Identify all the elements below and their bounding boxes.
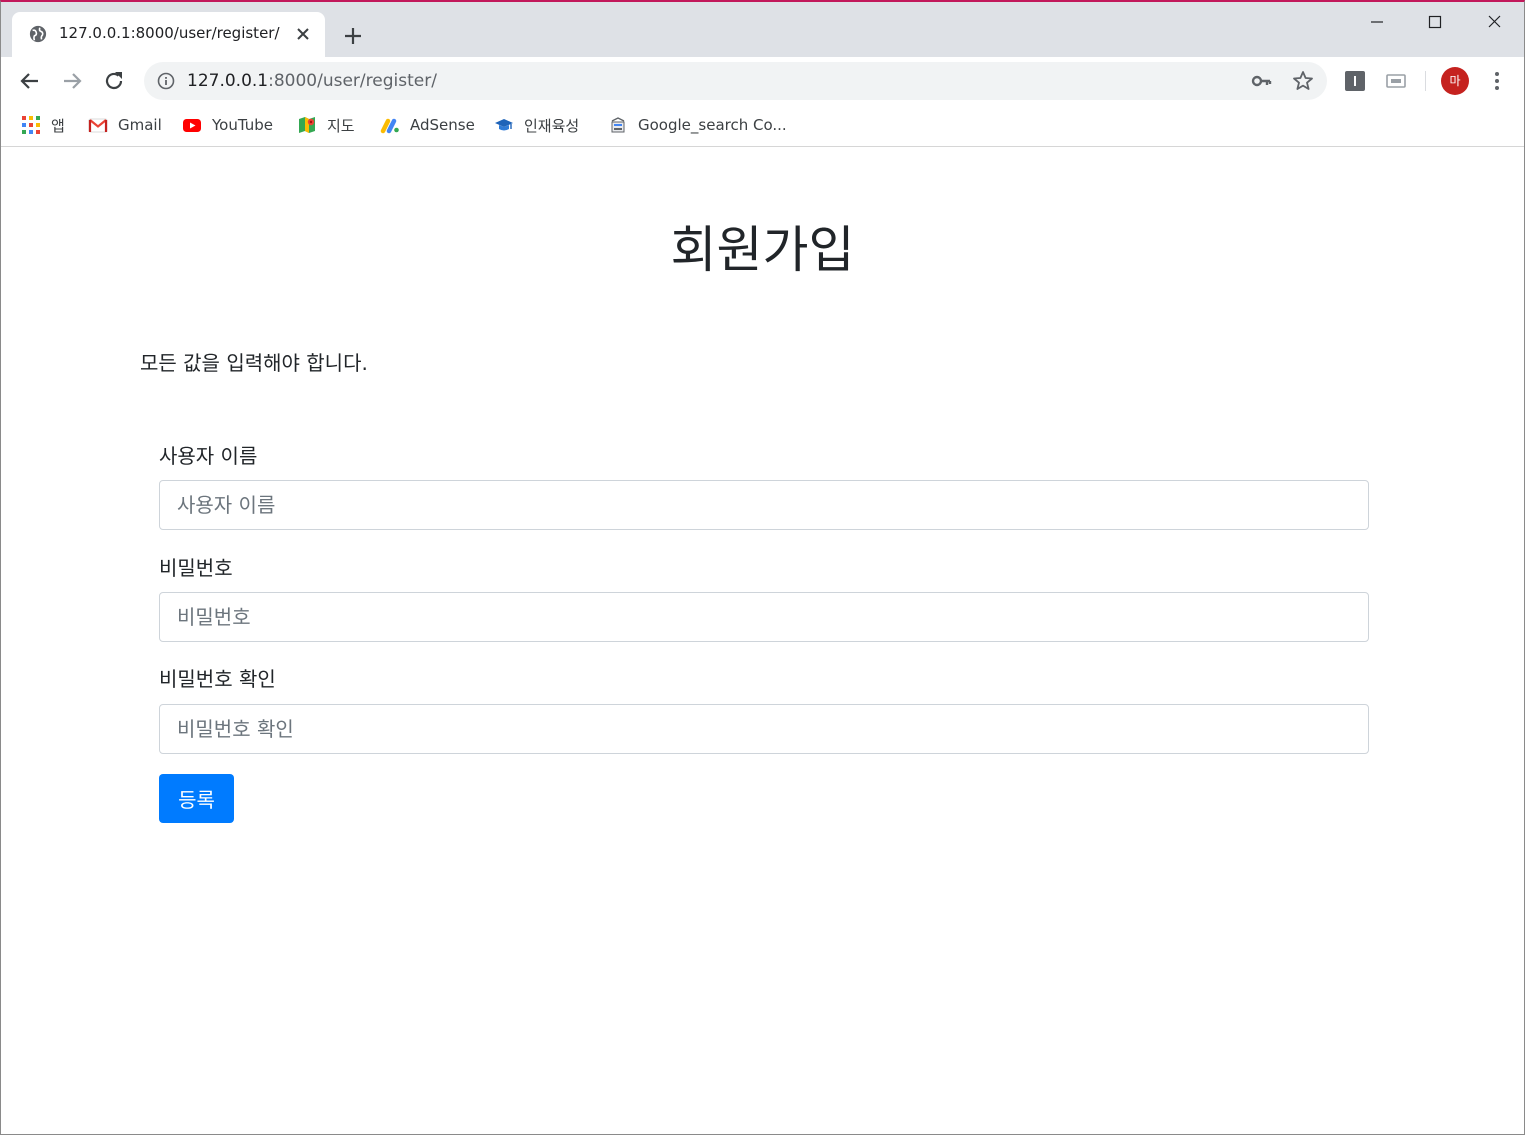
close-tab-icon[interactable] xyxy=(293,24,313,44)
password-confirm-label: 비밀번호 확인 xyxy=(159,667,276,691)
address-bar[interactable]: 127.0.0.1:8000/user/register/ xyxy=(144,62,1327,100)
browser-window: 127.0.0.1:8000/user/register/ 127.0.0.1:… xyxy=(0,0,1525,1135)
bookmark-label: AdSense xyxy=(410,116,475,134)
bookmark-adsense[interactable]: AdSense xyxy=(380,111,475,139)
bookmark-youtube[interactable]: YouTube xyxy=(182,111,273,139)
gmail-icon xyxy=(88,118,108,133)
url-text[interactable]: 127.0.0.1:8000/user/register/ xyxy=(187,71,437,91)
bookmark-google-search[interactable]: Google_search Co... xyxy=(608,111,787,139)
minimize-button[interactable] xyxy=(1354,6,1400,38)
bookmark-training[interactable]: 인재육성 xyxy=(494,111,579,139)
bookmark-label: Gmail xyxy=(118,116,162,134)
username-input[interactable] xyxy=(159,480,1369,530)
extension-icon[interactable] xyxy=(1344,70,1366,92)
bookmarks-bar: 앱 Gmail YouTube 지도 AdSense 인재육성 Google_s… xyxy=(1,105,1524,147)
password-confirm-input[interactable] xyxy=(159,704,1369,754)
profile-avatar[interactable]: 마 xyxy=(1441,67,1469,95)
bookmark-label: 앱 xyxy=(51,116,65,135)
password-input[interactable] xyxy=(159,592,1369,642)
form-notice: 모든 값을 입력해야 합니다. xyxy=(140,351,368,375)
cast-icon[interactable] xyxy=(1385,70,1407,92)
tab-strip: 127.0.0.1:8000/user/register/ xyxy=(1,2,1524,57)
globe-icon xyxy=(29,25,47,43)
new-tab-button[interactable] xyxy=(340,23,366,49)
graduation-cap-icon xyxy=(495,119,513,131)
password-label: 비밀번호 xyxy=(159,556,233,580)
tab-active[interactable]: 127.0.0.1:8000/user/register/ xyxy=(12,12,325,57)
back-button[interactable] xyxy=(17,68,43,94)
adsense-icon xyxy=(380,118,399,134)
maps-icon xyxy=(299,117,315,133)
apps-grid-icon xyxy=(22,116,40,134)
toolbar-separator xyxy=(1425,71,1426,91)
page-content: 회원가입 모든 값을 입력해야 합니다. 사용자 이름 비밀번호 비밀번호 확인… xyxy=(1,148,1524,1134)
more-menu-icon[interactable] xyxy=(1485,69,1509,93)
url-path: :8000/user/register/ xyxy=(268,71,437,91)
site-icon xyxy=(611,117,625,133)
bookmark-maps[interactable]: 지도 xyxy=(297,111,355,139)
register-button[interactable]: 등록 xyxy=(159,774,234,823)
bookmark-star-icon[interactable] xyxy=(1291,69,1315,93)
bookmark-gmail[interactable]: Gmail xyxy=(88,111,162,139)
forward-button[interactable] xyxy=(59,68,85,94)
bookmark-label: YouTube xyxy=(212,116,273,134)
url-host: 127.0.0.1 xyxy=(187,71,269,91)
reload-button[interactable] xyxy=(101,68,127,94)
maximize-button[interactable] xyxy=(1412,6,1458,38)
bookmark-apps[interactable]: 앱 xyxy=(21,111,65,139)
browser-toolbar: 127.0.0.1:8000/user/register/ 마 xyxy=(1,57,1524,105)
site-info-icon[interactable] xyxy=(157,72,175,90)
close-window-button[interactable] xyxy=(1471,6,1517,38)
key-icon[interactable] xyxy=(1250,70,1272,92)
tab-title: 127.0.0.1:8000/user/register/ xyxy=(59,24,280,42)
bookmark-label: 인재육성 xyxy=(524,116,580,135)
youtube-icon xyxy=(183,119,201,132)
page-title: 회원가입 xyxy=(670,221,855,279)
bookmark-label: 지도 xyxy=(327,116,355,135)
bookmark-label: Google_search Co... xyxy=(638,116,787,134)
username-label: 사용자 이름 xyxy=(159,444,258,468)
